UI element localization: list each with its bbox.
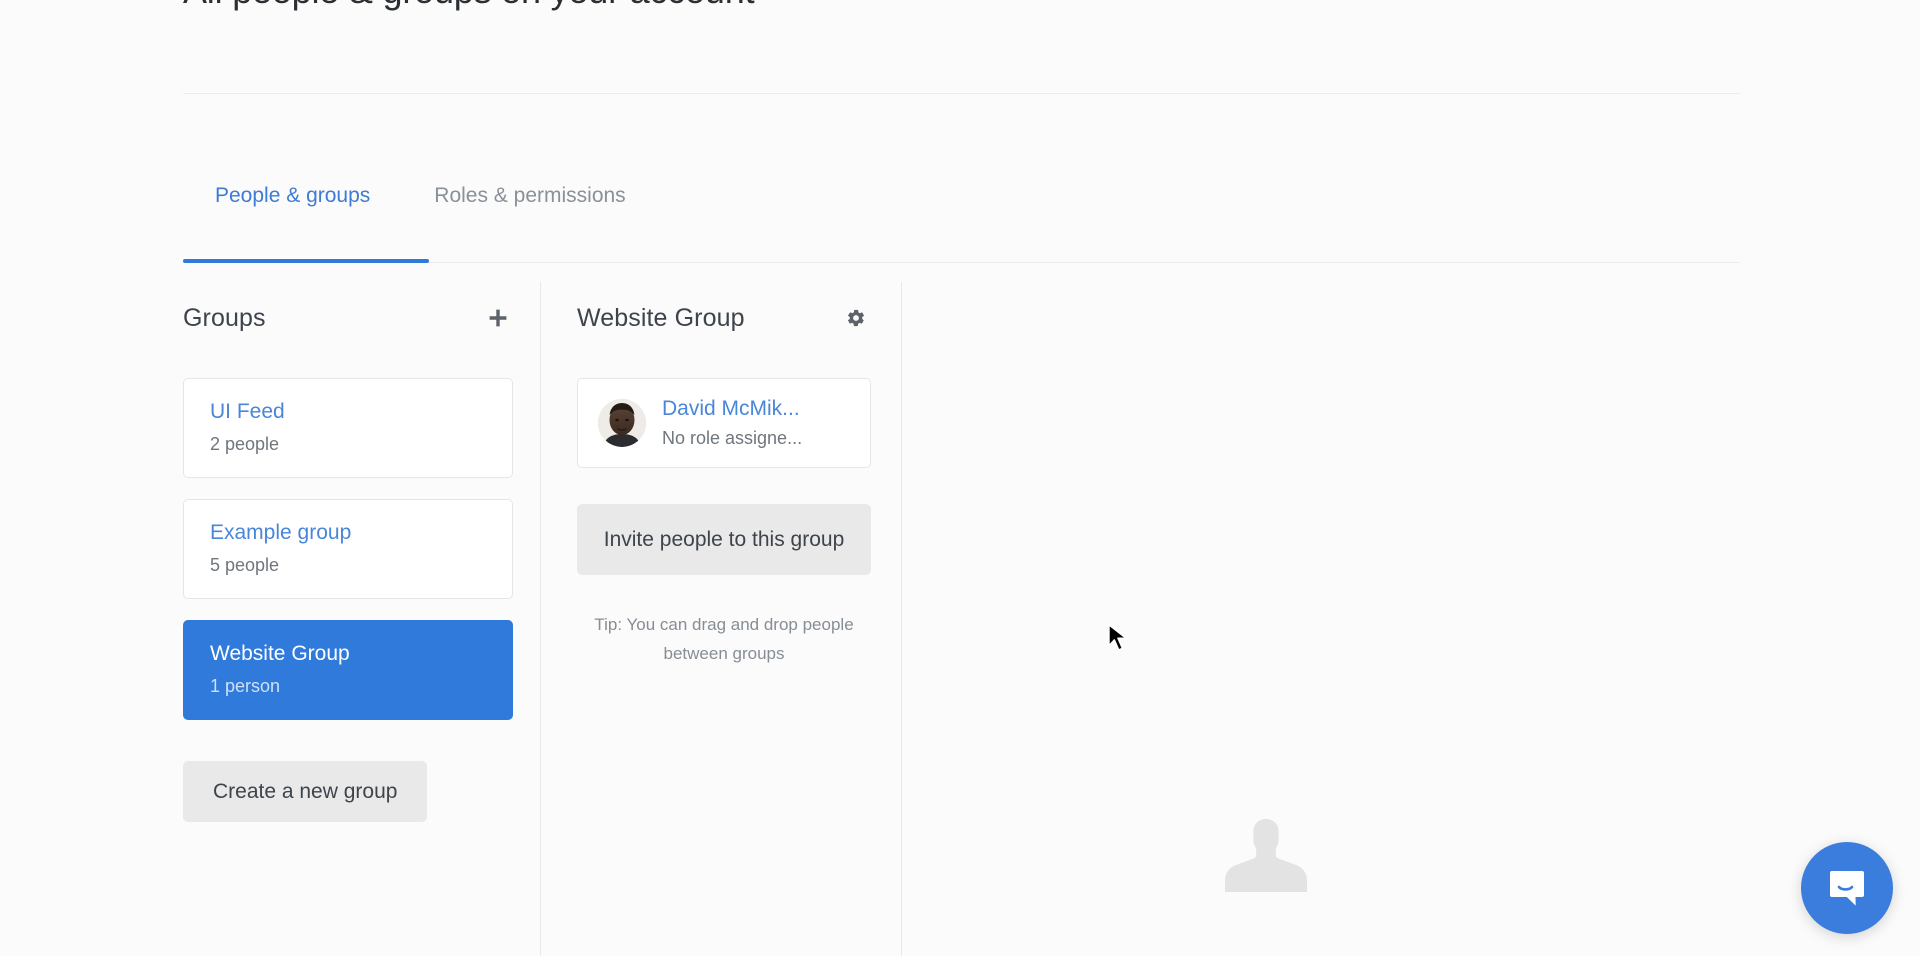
- group-card-selected[interactable]: Website Group 1 person: [183, 619, 513, 720]
- active-tab-indicator: [183, 259, 429, 263]
- groups-column: Groups UI Feed 2 people Example group 5 …: [183, 300, 513, 822]
- gear-icon[interactable]: [841, 303, 871, 333]
- group-card[interactable]: UI Feed 2 people: [183, 378, 513, 478]
- group-card[interactable]: Example group 5 people: [183, 498, 513, 599]
- page-title: All people & groups on your account: [183, 0, 755, 12]
- column-divider-right: [901, 282, 902, 956]
- groups-column-header: Groups: [183, 300, 513, 336]
- tab-bar: People & groups Roles & permissions: [183, 185, 658, 239]
- invite-people-button[interactable]: Invite people to this group: [577, 503, 871, 576]
- column-divider-left: [540, 282, 541, 956]
- group-detail-column: Website Group David McMik... No role ass…: [577, 300, 871, 668]
- chat-bubble-icon[interactable]: [1801, 842, 1893, 934]
- plus-icon[interactable]: [483, 303, 513, 333]
- group-name: Website Group: [210, 641, 350, 665]
- group-name: Example group: [210, 520, 352, 544]
- tab-roles-and-permissions[interactable]: Roles & permissions: [402, 185, 657, 239]
- member-card[interactable]: David McMik... No role assigne...: [577, 378, 871, 468]
- create-new-group-button[interactable]: Create a new group: [183, 760, 428, 822]
- groups-heading: Groups: [183, 303, 266, 332]
- group-detail-header: Website Group: [577, 300, 871, 336]
- member-meta: David McMik... No role assigne...: [662, 396, 802, 450]
- group-detail-heading: Website Group: [577, 303, 745, 332]
- group-member-count: 2 people: [210, 434, 280, 455]
- drag-drop-tip: Tip: You can drag and drop people betwee…: [594, 615, 854, 663]
- people-and-groups-page: All people & groups on your account Peop…: [0, 0, 1920, 956]
- mouse-cursor: [1108, 624, 1130, 654]
- header-divider: [183, 93, 1740, 94]
- group-member-count: 5 people: [210, 554, 280, 575]
- member-role: No role assigne...: [662, 428, 803, 449]
- group-member-count: 1 person: [210, 675, 281, 696]
- group-name: UI Feed: [210, 400, 285, 423]
- tab-people-and-groups[interactable]: People & groups: [183, 185, 402, 239]
- person-silhouette-icon: [1225, 816, 1307, 892]
- member-name: David McMik...: [662, 397, 800, 420]
- avatar: [598, 398, 646, 447]
